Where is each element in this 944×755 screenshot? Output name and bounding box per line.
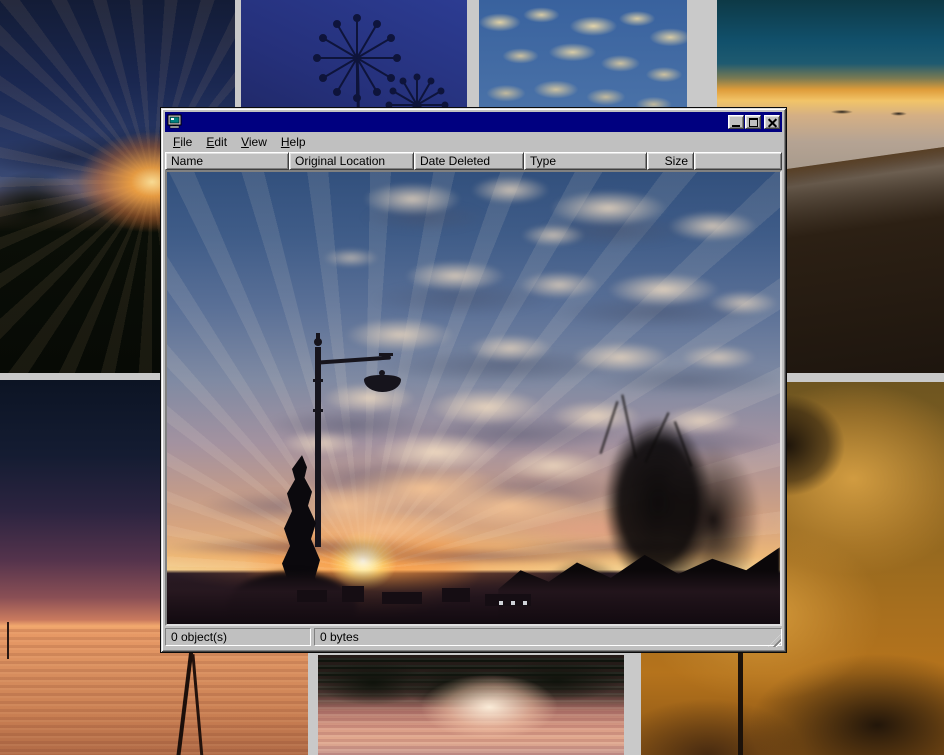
building-silhouette xyxy=(382,592,422,604)
column-header-type[interactable]: Type xyxy=(524,152,647,170)
maximize-icon xyxy=(749,118,758,127)
building-window-light xyxy=(523,601,527,605)
building-silhouette xyxy=(442,588,470,602)
close-icon xyxy=(768,118,777,127)
list-view[interactable] xyxy=(165,170,782,626)
status-object-count: 0 object(s) xyxy=(165,628,311,646)
street-lamp-collar xyxy=(313,409,323,412)
column-header-name[interactable]: Name xyxy=(165,152,289,170)
menu-help[interactable]: Help xyxy=(274,133,313,151)
street-lamp-head-top xyxy=(379,370,385,376)
building-window-light xyxy=(511,601,515,605)
street-lamp-pole xyxy=(315,347,321,547)
column-header-original-location[interactable]: Original Location xyxy=(289,152,414,170)
status-bar: 0 object(s) 0 bytes xyxy=(165,628,782,648)
pole-silhouette xyxy=(7,622,9,660)
maximize-button[interactable] xyxy=(745,115,761,129)
column-header-date-deleted[interactable]: Date Deleted xyxy=(414,152,524,170)
building-silhouette xyxy=(342,586,364,602)
street-lamp-knob xyxy=(316,333,320,339)
building-window-light xyxy=(499,601,503,605)
menu-edit[interactable]: Edit xyxy=(199,133,234,151)
street-lamp-arm-cap xyxy=(379,353,393,356)
minimize-icon xyxy=(732,125,740,127)
menu-file[interactable]: File xyxy=(166,133,199,151)
menu-bar: File Edit View Help xyxy=(165,132,782,152)
status-size: 0 bytes xyxy=(314,628,782,646)
column-header-size[interactable]: Size xyxy=(647,152,694,170)
menu-view[interactable]: View xyxy=(234,133,274,151)
wallpaper-photo-water-reflection xyxy=(318,655,624,755)
street-lamp-finial xyxy=(314,338,322,346)
titlebar[interactable] xyxy=(165,112,782,132)
street-lamp-collar xyxy=(313,379,323,382)
window-controls xyxy=(728,115,780,129)
minimize-button[interactable] xyxy=(728,115,744,129)
ground-silhouette xyxy=(167,570,780,624)
column-header-blank xyxy=(694,152,782,170)
computer-icon xyxy=(167,114,183,130)
close-button[interactable] xyxy=(764,115,780,129)
recycle-bin-window: File Edit View Help Name Original Locati… xyxy=(160,107,787,653)
column-headers: Name Original Location Date Deleted Type… xyxy=(165,152,782,170)
sunset-photo-background xyxy=(167,172,780,624)
building-silhouette xyxy=(297,590,327,602)
